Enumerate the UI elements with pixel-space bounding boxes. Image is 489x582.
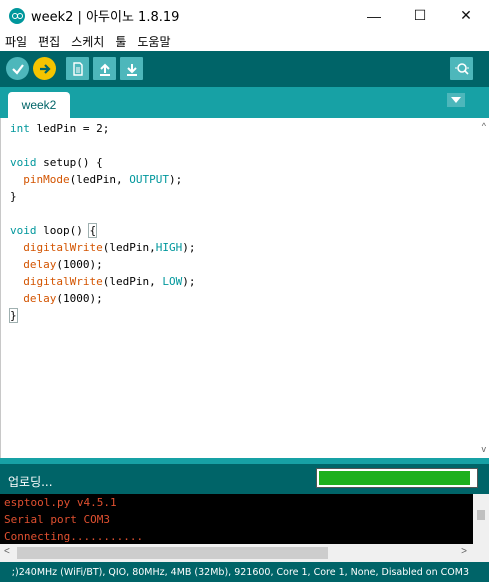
open-button[interactable] (93, 57, 116, 80)
code-line: } (9, 308, 18, 323)
code-line: delay(1000); (23, 258, 103, 271)
board-config-text: ;)240MHz (WiFi/BT), QIO, 80MHz, 4MB (32M… (11, 567, 469, 578)
horizontal-scroll-thumb[interactable] (17, 547, 328, 559)
upload-progress-fill (319, 471, 470, 485)
close-button[interactable]: ✕ (443, 0, 489, 31)
title-bar: week2 | 아두이노 1.8.19 — ☐ ✕ (0, 0, 489, 31)
magnifier-icon (454, 62, 469, 75)
code-line: delay(1000); (23, 292, 103, 305)
chevron-down-icon (451, 97, 461, 103)
arrow-right-icon (39, 63, 51, 74)
code-line: pinMode(ledPin, OUTPUT); (23, 173, 183, 186)
code-line: ​ (10, 137, 195, 154)
upload-progress-bar (316, 468, 478, 488)
toolbar (0, 51, 489, 87)
save-button[interactable] (120, 57, 143, 80)
scroll-right-icon[interactable]: > (461, 546, 467, 557)
arrow-down-icon (126, 63, 137, 76)
menu-tools[interactable]: 툴 (115, 33, 126, 50)
verify-button[interactable] (6, 57, 29, 80)
scroll-left-icon[interactable]: < (4, 546, 10, 557)
board-status-bar: ;)240MHz (WiFi/BT), QIO, 80MHz, 4MB (32M… (0, 562, 489, 582)
file-icon (72, 61, 83, 76)
editor-vertical-scrollbar[interactable]: ^ v (473, 118, 489, 458)
code-line: void loop() { (10, 223, 98, 238)
status-text: 업로딩... (8, 475, 53, 489)
code-line: digitalWrite(ledPin,HIGH); (23, 241, 196, 254)
code-line: } (10, 190, 17, 203)
menu-bar: 파일 편집 스케치 툴 도움말 (0, 31, 489, 51)
maximize-button[interactable]: ☐ (397, 0, 443, 31)
menu-edit[interactable]: 편집 (38, 33, 60, 50)
code-line: void setup() { (10, 156, 103, 169)
console-output[interactable]: esptool.py v4.5.1 Serial port COM3 Conne… (0, 494, 489, 544)
menu-file[interactable]: 파일 (5, 33, 27, 50)
serial-monitor-button[interactable] (450, 57, 473, 80)
tab-week2[interactable]: week2 (8, 92, 70, 118)
console-vertical-scrollbar[interactable] (473, 494, 489, 544)
window-controls: — ☐ ✕ (351, 0, 489, 31)
check-icon (11, 63, 24, 75)
code-text[interactable]: int ledPin = 2; ​ void setup() { pinMode(l… (9, 120, 196, 324)
tab-menu-button[interactable] (447, 93, 465, 107)
window-title: week2 | 아두이노 1.8.19 (31, 10, 180, 25)
scroll-up-icon[interactable]: ^ (482, 121, 486, 131)
upload-button[interactable] (33, 57, 56, 80)
code-line: digitalWrite(ledPin, LOW); (23, 275, 196, 288)
console-line: esptool.py v4.5.1 (4, 496, 117, 509)
tab-bar: week2 (0, 87, 489, 118)
new-sketch-button[interactable] (66, 57, 89, 80)
minimize-button[interactable]: — (351, 0, 397, 31)
console-line: Connecting........... (4, 530, 144, 543)
arduino-logo-icon (9, 7, 25, 24)
scroll-down-icon[interactable]: v (482, 444, 487, 454)
menu-help[interactable]: 도움말 (137, 33, 170, 50)
code-line: ​ (10, 205, 195, 222)
code-line: int ledPin = 2; (10, 122, 110, 135)
status-area: 업로딩... (0, 458, 489, 494)
code-editor[interactable]: int ledPin = 2; ​ void setup() { pinMode(l… (0, 118, 489, 458)
console-horizontal-scrollbar[interactable]: < > (0, 544, 489, 562)
arrow-up-icon (99, 63, 110, 76)
menu-sketch[interactable]: 스케치 (71, 33, 104, 50)
console-scroll-thumb[interactable] (477, 510, 485, 520)
console-line: Serial port COM3 (4, 513, 110, 526)
